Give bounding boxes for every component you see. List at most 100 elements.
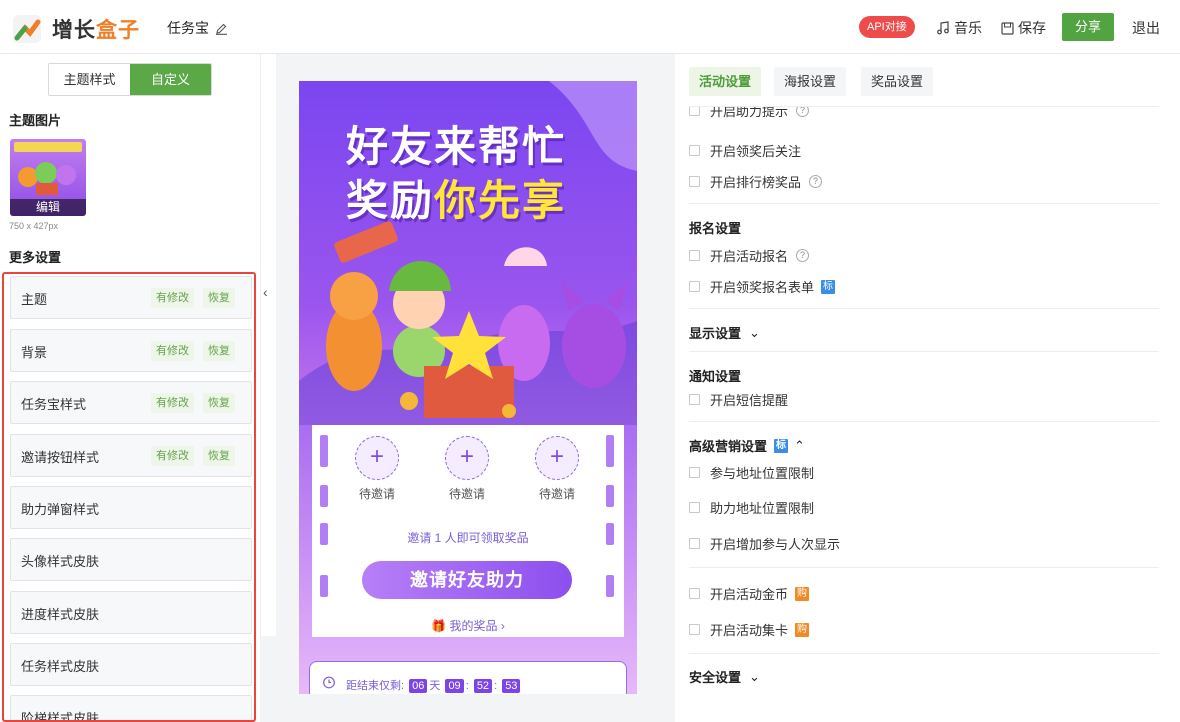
invite-slot-3[interactable]: + <box>535 436 579 480</box>
left-panel: 主题样式 自定义 主题图片 编辑 750 x 427px 更多设置 主题 有修改… <box>0 54 260 722</box>
option-label: 开启活动报名 <box>710 249 789 264</box>
tab-custom[interactable]: 自定义 <box>130 64 211 95</box>
right-panel: 活动设置 海报设置 奖品设置 开启助力提示? 开启领奖后关注 开启排行榜奖品? … <box>675 54 1180 722</box>
restore-button[interactable]: 恢复 <box>203 393 235 413</box>
setting-label: 头像样式皮肤 <box>21 554 100 569</box>
invite-tip: 邀请 1 人即可领取奖品 <box>407 531 529 545</box>
checkbox[interactable] <box>689 145 700 156</box>
help-icon[interactable]: ? <box>809 175 823 188</box>
chevron-left-icon: ‹ <box>263 284 268 300</box>
option-participant-geo-limit[interactable]: 参与地址位置限制 <box>689 463 814 482</box>
option-signup-form[interactable]: 开启领奖报名表单标 <box>689 277 836 296</box>
divider <box>689 351 1159 352</box>
slot-label: 待邀请 <box>538 487 575 501</box>
option-label: 参与地址位置限制 <box>710 466 815 481</box>
option-label: 开启领奖后关注 <box>710 144 802 159</box>
standard-badge: 标 <box>821 279 836 294</box>
theme-image-thumbnail[interactable]: 编辑 <box>10 139 86 216</box>
help-icon[interactable]: ? <box>796 107 810 117</box>
divider <box>689 203 1159 204</box>
checkbox[interactable] <box>689 588 700 599</box>
setting-row-task-style[interactable]: 任务宝样式 有修改 恢复 <box>10 381 252 424</box>
setting-row-invite-button[interactable]: 邀请按钮样式 有修改 恢复 <box>10 434 252 477</box>
music-button[interactable]: 音乐 <box>936 18 982 38</box>
slot-label: 待邀请 <box>358 487 395 501</box>
section-advanced-marketing[interactable]: 高级营销设置标 ⌃ <box>689 436 805 455</box>
option-activity-coins[interactable]: 开启活动金币购 <box>689 584 810 603</box>
collapse-panel-button[interactable]: ‹ <box>260 54 276 636</box>
settings-list-highlight: 主题 有修改 恢复 背景 有修改 恢复 任务宝样式 有修改 恢复 邀请按钮样式 … <box>2 272 256 722</box>
checkbox[interactable] <box>689 467 700 478</box>
help-icon[interactable]: ? <box>796 249 810 262</box>
modified-tag: 有修改 <box>151 446 194 466</box>
tab-prize-settings[interactable]: 奖品设置 <box>861 67 934 96</box>
countdown-minutes: 52 <box>473 679 493 693</box>
hero-title-line1: 好友来帮忙 <box>346 123 567 170</box>
chevron-right-icon: › <box>500 619 505 633</box>
section-security[interactable]: 安全设置 ⌄ <box>689 667 760 686</box>
modified-tag: 有修改 <box>151 288 194 308</box>
share-button[interactable]: 分享 <box>1062 13 1114 41</box>
modified-tag: 有修改 <box>151 341 194 361</box>
restore-button[interactable]: 恢复 <box>203 341 235 361</box>
option-sms-reminder[interactable]: 开启短信提醒 <box>689 390 788 409</box>
restore-button[interactable]: 恢复 <box>203 288 235 308</box>
slot-label: 待邀请 <box>448 487 485 501</box>
edit-icon[interactable] <box>215 22 228 35</box>
setting-label: 任务样式皮肤 <box>21 659 100 674</box>
checkbox[interactable] <box>689 281 700 292</box>
setting-row-help-popup[interactable]: 助力弹窗样式 <box>10 486 252 529</box>
modified-tag: 有修改 <box>151 393 194 413</box>
checkbox[interactable] <box>689 107 700 116</box>
gift-icon: 🎁 <box>431 619 447 633</box>
my-prize-link[interactable]: 🎁 我的奖品 › <box>312 617 624 634</box>
checkbox[interactable] <box>689 176 700 187</box>
purchase-badge: 购 <box>795 622 810 637</box>
setting-row-ladder-skin[interactable]: 阶梯样式皮肤 <box>10 695 252 722</box>
card-edge-decoration <box>320 575 328 597</box>
save-button[interactable]: 保存 <box>1001 18 1046 38</box>
option-card-collection[interactable]: 开启活动集卡购 <box>689 620 810 639</box>
tab-poster-settings[interactable]: 海报设置 <box>774 67 847 96</box>
restore-button[interactable]: 恢复 <box>203 446 235 466</box>
option-help-tip[interactable]: 开启助力提示? <box>689 107 810 120</box>
setting-label: 进度样式皮肤 <box>21 607 100 622</box>
section-signup: 报名设置 <box>689 221 742 236</box>
option-leaderboard-prize[interactable]: 开启排行榜奖品? <box>689 172 823 191</box>
music-label: 音乐 <box>954 20 982 36</box>
setting-row-avatar-skin[interactable]: 头像样式皮肤 <box>10 538 252 581</box>
tab-activity-settings[interactable]: 活动设置 <box>689 67 762 96</box>
hero-banner: 好友来帮忙 奖励你先享 <box>299 81 637 425</box>
checkbox[interactable] <box>689 624 700 635</box>
app-logo[interactable]: 增长盒子 <box>12 14 140 44</box>
option-activity-signup[interactable]: 开启活动报名? <box>689 246 810 265</box>
alarm-clock-icon <box>323 676 335 689</box>
checkbox[interactable] <box>689 250 700 261</box>
setting-row-task-skin[interactable]: 任务样式皮肤 <box>10 643 252 686</box>
option-label: 开启增加参与人次显示 <box>710 537 841 552</box>
setting-row-progress-skin[interactable]: 进度样式皮肤 <box>10 591 252 634</box>
setting-row-background[interactable]: 背景 有修改 恢复 <box>10 329 252 372</box>
setting-label: 阶梯样式皮肤 <box>21 711 100 722</box>
setting-row-theme[interactable]: 主题 有修改 恢复 <box>10 276 252 319</box>
checkbox[interactable] <box>689 394 700 405</box>
option-label: 开启活动金币 <box>710 587 789 602</box>
tab-theme-style[interactable]: 主题样式 <box>49 64 130 95</box>
api-badge[interactable]: API对接 <box>859 16 915 38</box>
section-display[interactable]: 显示设置 ⌄ <box>689 323 760 342</box>
invite-friends-button[interactable]: 邀请好友助力 <box>362 561 572 599</box>
more-settings-title: 更多设置 <box>9 250 62 265</box>
option-follow-after-prize[interactable]: 开启领奖后关注 <box>689 141 801 160</box>
logo-icon <box>12 14 42 44</box>
edit-image-button[interactable]: 编辑 <box>10 199 86 216</box>
invite-slot-1[interactable]: + <box>355 436 399 480</box>
option-participant-count[interactable]: 开启增加参与人次显示 <box>689 534 840 553</box>
invite-slot-2[interactable]: + <box>445 436 489 480</box>
exit-button[interactable]: 退出 <box>1132 18 1160 38</box>
countdown-days: 06 <box>409 679 428 693</box>
divider <box>689 567 1159 568</box>
checkbox[interactable] <box>689 538 700 549</box>
project-name[interactable]: 任务宝 <box>167 18 228 38</box>
option-helper-geo-limit[interactable]: 助力地址位置限制 <box>689 498 814 517</box>
checkbox[interactable] <box>689 502 700 513</box>
